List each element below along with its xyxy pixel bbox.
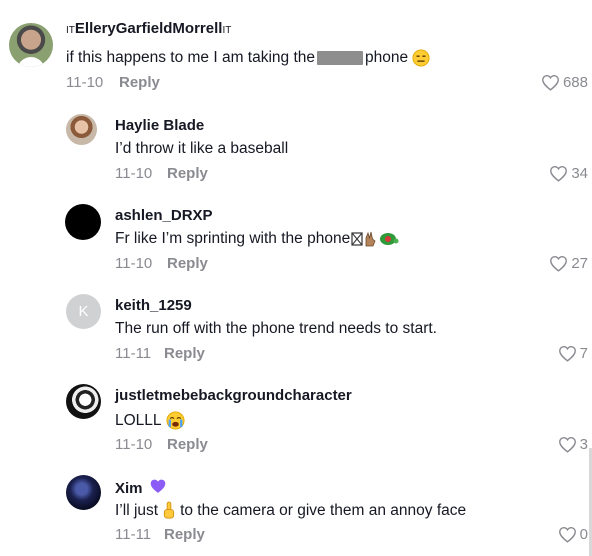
comment-text: I’ll just to the camera or give them an … [115, 501, 466, 520]
comment-text: if this happens to me I am taking the ph… [66, 49, 430, 67]
purple-heart-icon [149, 478, 167, 498]
avatar[interactable] [9, 23, 53, 67]
comment-date: 11-10 [115, 165, 153, 182]
crying-face-icon [166, 411, 185, 430]
like-button[interactable]: 27 [549, 255, 588, 272]
comment-text-part: I’ll just [115, 501, 159, 519]
comment-text: I’d throw it like a baseball [115, 140, 289, 157]
like-count: 688 [562, 74, 588, 91]
like-button[interactable]: 34 [549, 165, 588, 182]
comment-text: Fr like I’m sprinting with the phone [115, 230, 399, 248]
like-button[interactable]: 688 [541, 74, 588, 91]
username-text: ElleryGarfieldMorrell [74, 20, 223, 37]
like-count: 34 [571, 165, 588, 182]
comment-text-part: Fr like I’m sprinting with the phone [115, 230, 351, 247]
hand-sign-and-turtle-icon [351, 230, 399, 248]
username[interactable]: justletmebebackgroundcharacter [115, 387, 352, 404]
heart-icon [558, 526, 577, 543]
comment-text-part: if this happens to me I am taking the [66, 49, 315, 66]
avatar[interactable] [66, 114, 97, 145]
finger-hand-icon [162, 501, 176, 520]
heart-icon [549, 165, 568, 182]
heart-icon [558, 345, 577, 362]
like-count: 3 [579, 436, 588, 453]
avatar[interactable] [66, 384, 101, 419]
comment-text: The run off with the phone trend needs t… [115, 320, 437, 337]
like-button[interactable]: 0 [558, 526, 588, 543]
comment-text-part: LOLLL [115, 411, 162, 429]
heart-icon [541, 74, 560, 91]
username[interactable]: Xim [115, 478, 167, 498]
avatar[interactable]: K [66, 294, 101, 329]
username[interactable]: keith_1259 [115, 297, 192, 314]
username-suffix: IT [222, 25, 232, 36]
username[interactable]: ITElleryGarfieldMorrellIT [66, 20, 231, 37]
like-count: 27 [571, 255, 588, 272]
heart-icon [549, 255, 568, 272]
reply-button[interactable]: Reply [164, 526, 205, 543]
comment-text-part: to the camera or give them an annoy face [180, 501, 467, 519]
avatar[interactable] [65, 204, 101, 240]
comment-date: 11-10 [115, 255, 153, 272]
comment-text-part: phone [365, 49, 409, 66]
comment-date: 11-11 [115, 526, 152, 543]
like-button[interactable]: 3 [558, 436, 588, 453]
reply-button[interactable]: Reply [167, 436, 208, 453]
reply-button[interactable]: Reply [119, 74, 160, 91]
avatar[interactable] [66, 475, 101, 510]
reply-button[interactable]: Reply [167, 165, 208, 182]
like-count: 0 [579, 526, 588, 543]
comment-text: LOLLL [115, 411, 185, 430]
like-count: 7 [579, 345, 588, 362]
heart-icon [558, 436, 577, 453]
username-prefix: IT [66, 25, 75, 36]
censor-bar [317, 51, 363, 65]
reply-button[interactable]: Reply [167, 255, 208, 272]
avatar-letter: K [78, 303, 89, 320]
like-button[interactable]: 7 [558, 345, 588, 362]
username[interactable]: ashlen_DRXP [115, 207, 213, 224]
comment-date: 11-10 [115, 436, 153, 453]
comment-date: 11-10 [66, 74, 104, 91]
username-text: Xim [115, 479, 143, 497]
username[interactable]: Haylie Blade [115, 117, 204, 134]
reply-button[interactable]: Reply [164, 345, 205, 362]
expressionless-face-icon [412, 49, 430, 67]
comment-date: 11-11 [115, 345, 152, 362]
